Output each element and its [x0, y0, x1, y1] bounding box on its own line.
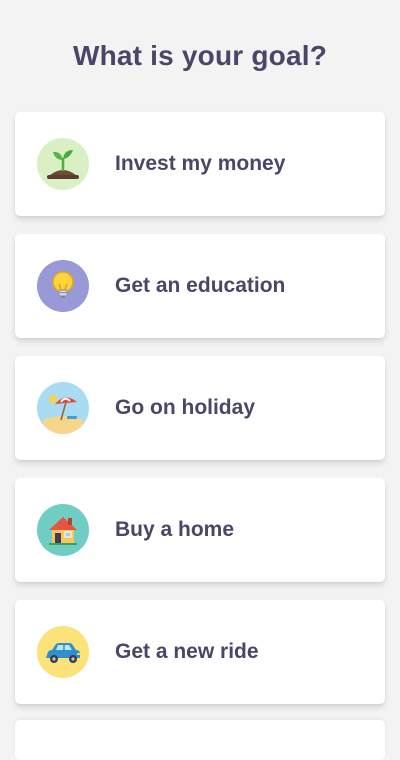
goal-option-partial[interactable]: [15, 720, 385, 760]
goal-option-ride[interactable]: Get a new ride: [15, 600, 385, 704]
car-icon: [37, 626, 89, 678]
sprout-icon: [37, 138, 89, 190]
goal-label: Get an education: [115, 274, 286, 297]
goal-label: Buy a home: [115, 518, 235, 541]
goal-option-home[interactable]: Buy a home: [15, 478, 385, 582]
goal-option-education[interactable]: Get an education: [15, 234, 385, 338]
goal-label: Get a new ride: [115, 640, 259, 663]
beach-umbrella-icon: [37, 382, 89, 434]
goal-option-invest[interactable]: Invest my money: [15, 112, 385, 216]
goal-label: Go on holiday: [115, 396, 255, 419]
page-title: What is your goal?: [72, 40, 328, 71]
goal-list: Invest my money Get an education Go on h…: [15, 112, 385, 722]
goal-option-holiday[interactable]: Go on holiday: [15, 356, 385, 460]
lightbulb-icon: [37, 260, 89, 312]
goal-label: Invest my money: [115, 152, 286, 175]
house-icon: [37, 504, 89, 556]
